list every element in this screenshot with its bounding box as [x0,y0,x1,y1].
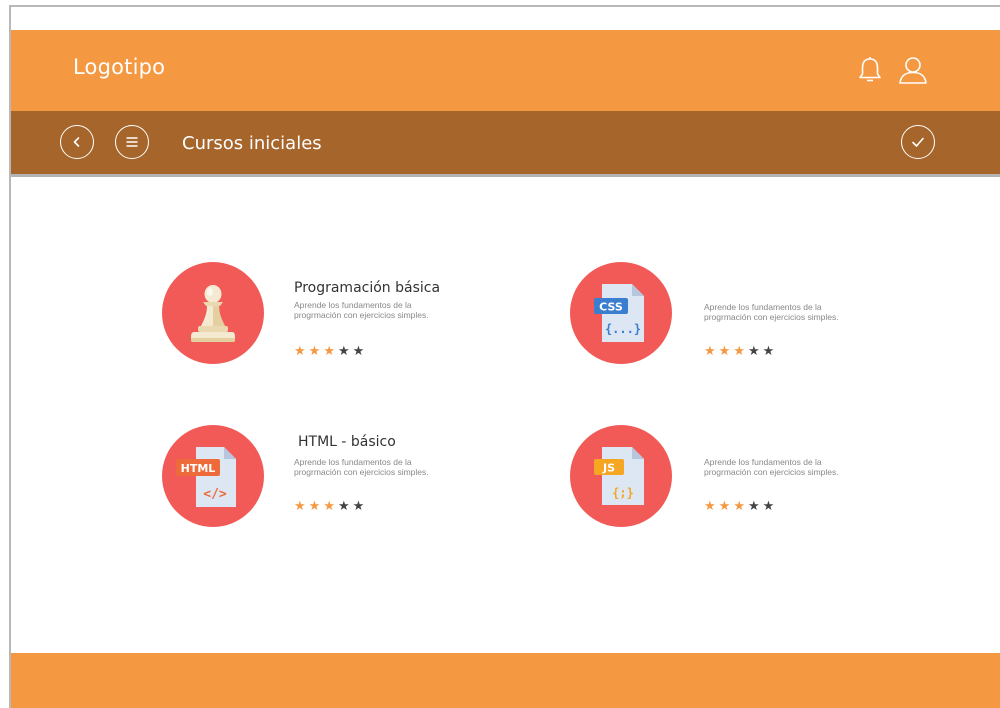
course-badge: HTML </> [162,425,264,527]
course-description: Aprende los fundamentos de la progrmació… [294,457,429,477]
course-badge: CSS {...} [570,262,672,364]
rating-stars: ★ ★ ★ ★ ★ [704,499,774,512]
footer [11,653,1000,708]
course-card[interactable]: JS {;} Aprende los fundamentos de la pro… [570,425,870,535]
back-icon [73,137,80,147]
course-card[interactable]: CSS {...} Aprende los fundamentos de la … [570,262,870,372]
course-title: Programación básica [294,280,441,296]
confirm-button[interactable] [901,125,935,159]
star-icon: ★ [294,498,306,513]
svg-text:</>: </> [203,487,227,502]
star-icon: ★ [747,498,760,513]
star-icon: ★ [308,343,321,358]
star-icon: ★ [718,498,731,513]
star-icon: ★ [733,343,745,358]
course-description: Aprende los fundamentos de la progrmació… [704,302,839,322]
css-file-icon: CSS {...} [594,284,644,342]
top-header: Logotipo [11,30,1000,111]
star-icon: ★ [352,343,365,358]
js-file-icon: JS {;} [594,447,644,505]
star-icon: ★ [308,498,321,513]
star-icon: ★ [747,343,760,358]
course-card[interactable]: HTML </> HTML - básico Aprende los funda… [162,425,462,535]
star-icon: ★ [704,343,716,358]
back-button[interactable] [60,125,94,159]
star-icon: ★ [294,343,306,358]
star-icon: ★ [762,343,775,358]
svg-text:JS: JS [602,462,615,475]
star-icon: ★ [323,343,335,358]
course-description: Aprende los fundamentos de la progrmació… [704,457,839,477]
star-icon: ★ [337,498,350,513]
course-badge: JS {;} [570,425,672,527]
rating-stars: ★ ★ ★ ★ ★ [704,344,774,357]
course-description: Aprende los fundamentos de la progrmació… [294,300,429,320]
course-card[interactable]: Programación básica Aprende los fundamen… [162,262,462,372]
star-icon: ★ [323,498,335,513]
star-icon: ★ [718,343,731,358]
star-icon: ★ [337,343,350,358]
rating-stars: ★ ★ ★ ★ ★ [294,499,364,512]
svg-text:CSS: CSS [599,301,623,314]
page-title: Cursos iniciales [182,133,322,154]
rating-stars: ★ ★ ★ ★ ★ [294,344,364,357]
svg-text:{;}: {;} [612,486,634,500]
svg-text:{...}: {...} [605,322,641,336]
bell-icon[interactable] [853,53,887,87]
logo[interactable]: Logotipo [73,55,165,79]
star-icon: ★ [352,498,365,513]
check-icon [912,137,924,147]
svg-text:HTML: HTML [181,462,216,475]
sub-header: Cursos iniciales [11,111,1000,174]
star-icon: ★ [733,498,745,513]
course-title: HTML - básico [298,434,396,450]
menu-icon [126,137,138,147]
star-icon: ★ [762,498,775,513]
user-icon[interactable] [896,53,930,87]
html-file-icon: HTML </> [176,447,236,507]
chess-pawn-icon [191,285,235,342]
course-badge [162,262,264,364]
star-icon: ★ [704,498,716,513]
divider [11,174,1000,177]
menu-button[interactable] [115,125,149,159]
